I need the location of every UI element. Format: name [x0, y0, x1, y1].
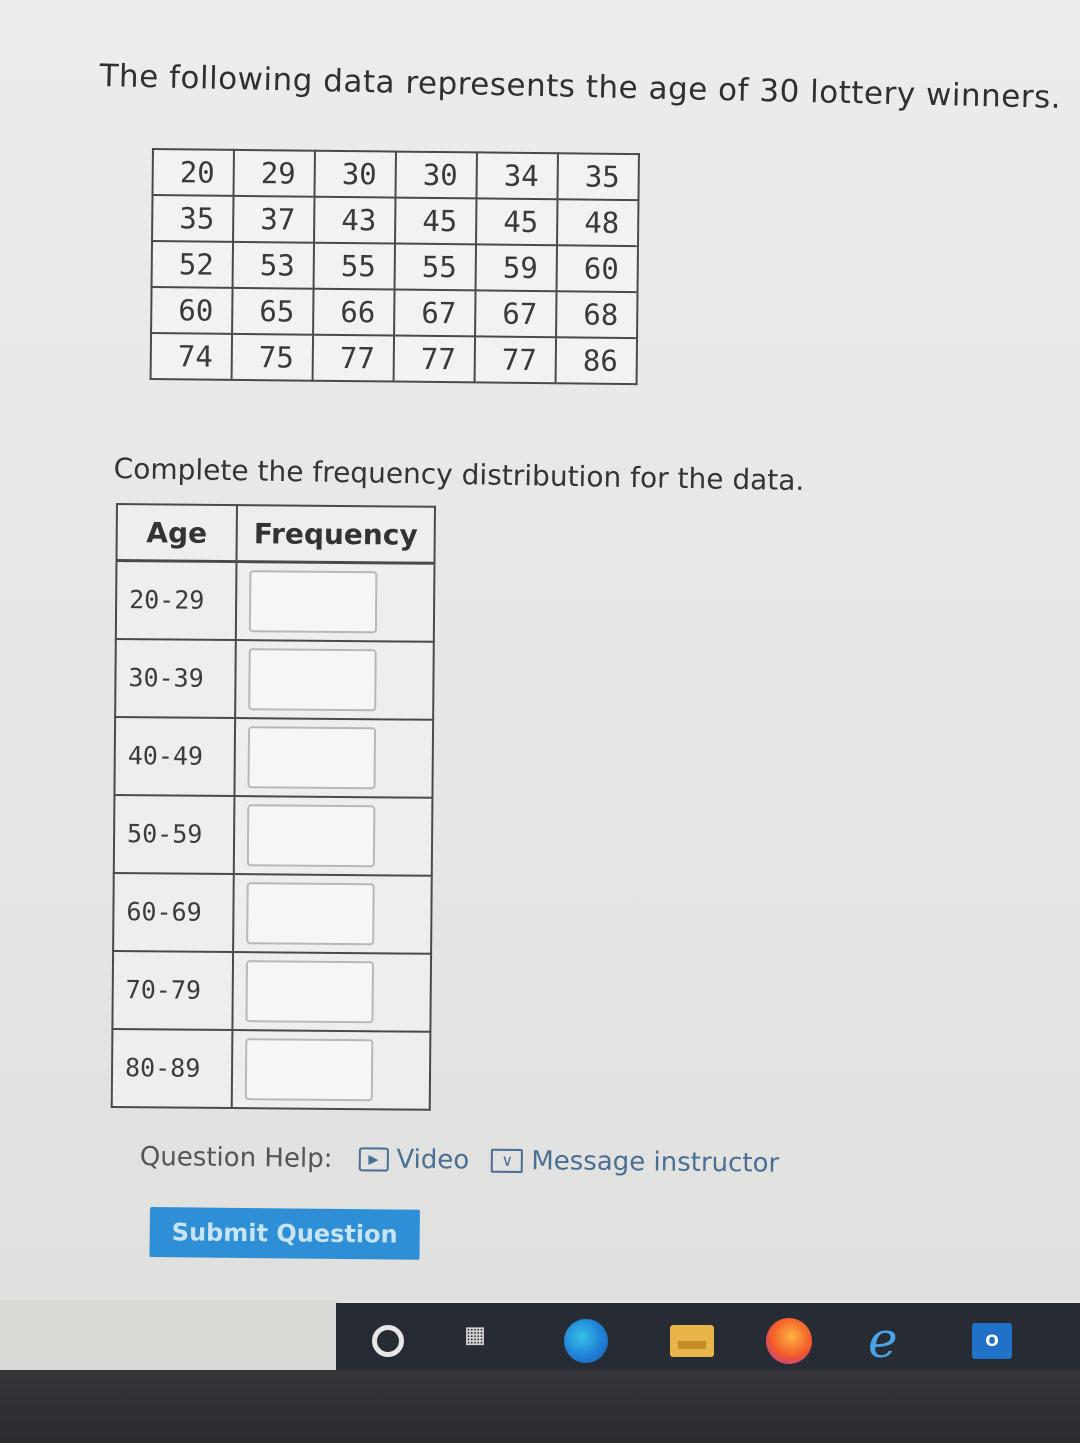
data-cell: 48	[557, 199, 639, 247]
data-cell: 35	[557, 153, 639, 201]
frequency-cell	[231, 1029, 431, 1110]
frequency-input[interactable]	[248, 569, 378, 634]
browser-screen: The following data represents the age of…	[0, 0, 1080, 1300]
frequency-cell	[233, 795, 433, 876]
data-cell: 37	[233, 195, 315, 243]
message-instructor-label: Message instructor	[531, 1146, 780, 1179]
data-cell: 45	[476, 198, 558, 246]
edge-icon[interactable]	[564, 1319, 608, 1363]
data-cell: 77	[312, 334, 395, 382]
video-link[interactable]: ▶ Video	[358, 1144, 469, 1175]
data-cell: 65	[232, 287, 314, 335]
age-range-label: 60-69	[113, 872, 234, 952]
data-cell: 53	[232, 241, 315, 289]
frequency-row: 30-39	[115, 638, 434, 720]
data-row: 60 65 66 67 67 68	[151, 287, 638, 339]
video-link-label: Video	[396, 1144, 470, 1176]
search-icon[interactable]	[372, 1325, 404, 1357]
frequency-input[interactable]	[248, 647, 377, 711]
data-cell: 20	[152, 149, 234, 196]
frequency-row: 80-89	[111, 1028, 431, 1110]
data-cell: 75	[231, 333, 314, 381]
instruction-text: Complete the frequency distribution for …	[113, 452, 805, 498]
file-explorer-icon[interactable]	[670, 1325, 714, 1357]
message-instructor-link[interactable]: ∨ Message instructor	[491, 1146, 779, 1179]
data-cell: 34	[476, 152, 558, 200]
frequency-distribution: Age Frequency 20-29 30-39 40-49 50-59 60-69 7…	[110, 503, 436, 1111]
data-cell: 55	[313, 242, 396, 290]
frequency-input[interactable]	[246, 881, 375, 945]
data-cell: 30	[314, 150, 396, 198]
data-cell: 86	[555, 337, 638, 385]
data-cell: 60	[556, 245, 638, 293]
data-cell: 59	[475, 244, 558, 292]
data-row: 52 53 55 55 59 60	[151, 241, 638, 293]
frequency-row: 20-29	[115, 560, 435, 642]
frequency-cell	[233, 873, 432, 954]
task-view-icon[interactable]: ▦	[466, 1317, 484, 1352]
age-range-label: 40-49	[114, 716, 236, 796]
data-cell: 66	[313, 288, 395, 336]
frequency-table: Age Frequency 20-29 30-39 40-49 50-59 60-69 7…	[110, 503, 436, 1111]
question-help-label: Question Help:	[139, 1142, 333, 1175]
mail-icon: ∨	[491, 1148, 524, 1174]
screen-margin	[0, 1300, 340, 1370]
internet-explorer-icon[interactable]: e	[868, 1311, 898, 1369]
firefox-icon[interactable]	[766, 1318, 812, 1364]
data-cell: 77	[474, 336, 557, 384]
frequency-input[interactable]	[246, 803, 376, 867]
frequency-row: 70-79	[112, 950, 432, 1032]
outlook-icon[interactable]: O	[972, 1323, 1012, 1359]
question-title: The following data represents the age of…	[99, 58, 1062, 116]
data-cell: 68	[556, 291, 638, 339]
data-cell: 29	[233, 149, 315, 197]
frequency-cell	[234, 717, 434, 798]
data-cell: 77	[393, 335, 476, 383]
data-cell: 67	[394, 289, 476, 337]
data-cell: 74	[150, 333, 233, 380]
data-table: 20 29 30 30 34 35 35 37 43 45 45 48 52 53 55 55 59 60 60 65…	[149, 148, 640, 386]
frequency-input[interactable]	[245, 959, 375, 1023]
frequency-row: 40-49	[114, 716, 434, 798]
data-cell: 45	[395, 197, 477, 245]
age-range-label: 50-59	[113, 794, 235, 874]
age-header: Age	[116, 504, 237, 562]
data-cell: 67	[475, 290, 557, 338]
data-cell: 55	[394, 243, 477, 291]
data-cell: 52	[151, 241, 234, 288]
video-icon: ▶	[358, 1147, 389, 1172]
age-range-label: 30-39	[115, 638, 236, 718]
data-row: 20 29 30 30 34 35	[152, 149, 639, 201]
frequency-cell	[232, 951, 432, 1032]
age-range-label: 70-79	[112, 950, 234, 1030]
data-cell: 30	[395, 151, 477, 199]
frequency-cell	[235, 639, 434, 720]
submit-question-button[interactable]: Submit Question	[149, 1207, 420, 1260]
frequency-input[interactable]	[247, 725, 377, 789]
data-cell: 60	[151, 287, 233, 334]
frequency-input[interactable]	[244, 1037, 374, 1101]
data-cell: 43	[314, 196, 396, 244]
frequency-header: Frequency	[236, 505, 435, 564]
question-help: Question Help: ▶ Video ∨ Message instruc…	[140, 1142, 802, 1179]
data-cell: 35	[152, 195, 234, 242]
monitor-bezel	[0, 1370, 1080, 1443]
age-range-label: 80-89	[111, 1028, 233, 1108]
frequency-cell	[235, 561, 435, 642]
data-row: 74 75 77 77 77 86	[150, 333, 638, 385]
age-range-label: 20-29	[115, 560, 237, 640]
frequency-row: 60-69	[113, 872, 432, 954]
frequency-row: 50-59	[113, 794, 433, 876]
data-row: 35 37 43 45 45 48	[152, 195, 639, 247]
